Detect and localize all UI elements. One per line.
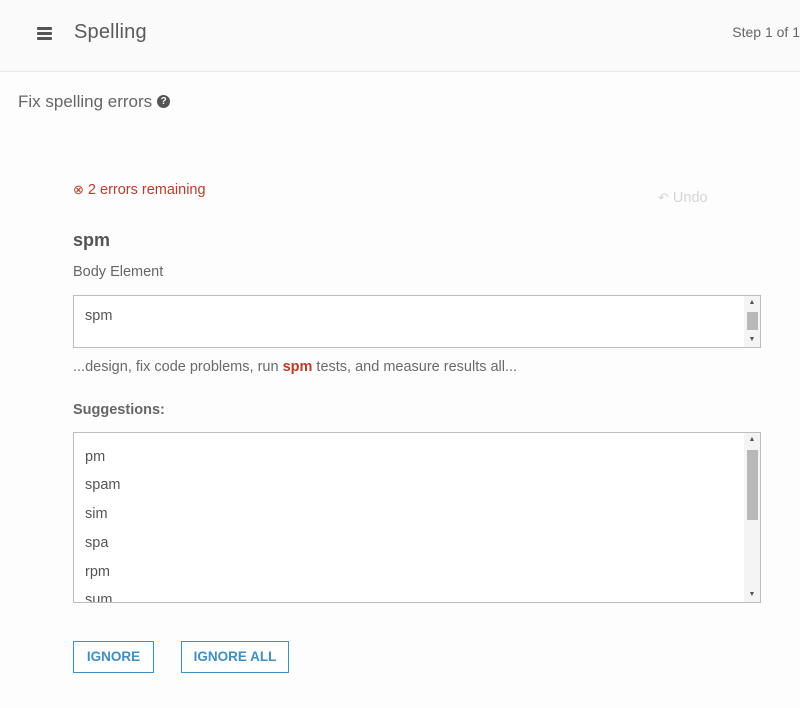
scroll-down-arrow-icon[interactable]: ▼	[744, 333, 760, 347]
suggestion-item[interactable]: spam	[85, 477, 120, 493]
scroll-thumb[interactable]	[747, 312, 758, 330]
ignore-button[interactable]: IGNORE	[73, 641, 154, 673]
suggestion-item[interactable]: pm	[85, 449, 105, 465]
scroll-thumb[interactable]	[747, 450, 758, 520]
help-icon[interactable]: ?	[157, 94, 171, 108]
context-before: ...design, fix code problems, run	[73, 359, 283, 375]
undo-button[interactable]: ↶ Undo	[658, 190, 708, 206]
scroll-up-arrow-icon[interactable]: ▲	[744, 433, 760, 447]
app-header: Spelling Step 1 of 1	[0, 0, 800, 72]
error-circle-icon: ⊗	[73, 182, 84, 197]
step-indicator: Step 1 of 1	[732, 24, 800, 40]
text-field-scrollbar[interactable]: ▲ ▼	[744, 296, 760, 347]
undo-label: Undo	[672, 190, 708, 206]
section-title-text: Fix spelling errors	[18, 92, 153, 111]
element-label: Body Element	[73, 264, 164, 280]
suggestion-item[interactable]: sum	[85, 592, 112, 602]
replacement-text-field[interactable]: spm ▲ ▼	[73, 295, 761, 348]
suggestions-scrollbar[interactable]: ▲ ▼	[744, 433, 760, 602]
errors-remaining-text: 2 errors remaining	[87, 182, 206, 198]
suggestions-list[interactable]: pm spam sim spa rpm sum ▲ ▼	[73, 432, 761, 603]
misspelled-word: spm	[73, 230, 111, 250]
context-sentence: ...design, fix code problems, run spm te…	[73, 359, 517, 375]
suggestion-item[interactable]: rpm	[85, 564, 110, 580]
context-highlight: spm	[282, 359, 313, 375]
suggestion-item[interactable]: spa	[85, 535, 108, 551]
page-title: Spelling	[74, 21, 147, 43]
main-content: Fix spelling errors? ⊗ 2 errors remaining…	[0, 72, 800, 708]
hamburger-menu-icon[interactable]	[37, 27, 52, 40]
suggestion-item[interactable]: sim	[85, 506, 108, 522]
suggestions-label: Suggestions:	[73, 402, 165, 418]
scroll-down-arrow-icon[interactable]: ▼	[744, 588, 760, 602]
scroll-up-arrow-icon[interactable]: ▲	[744, 296, 760, 310]
ignore-all-button[interactable]: IGNORE ALL	[181, 641, 289, 673]
context-after: tests, and measure results all...	[312, 359, 518, 375]
undo-icon: ↶	[658, 190, 669, 205]
errors-remaining-status: ⊗ 2 errors remaining	[73, 182, 206, 198]
section-title: Fix spelling errors?	[18, 92, 171, 112]
replacement-text-value: spm	[85, 308, 113, 324]
